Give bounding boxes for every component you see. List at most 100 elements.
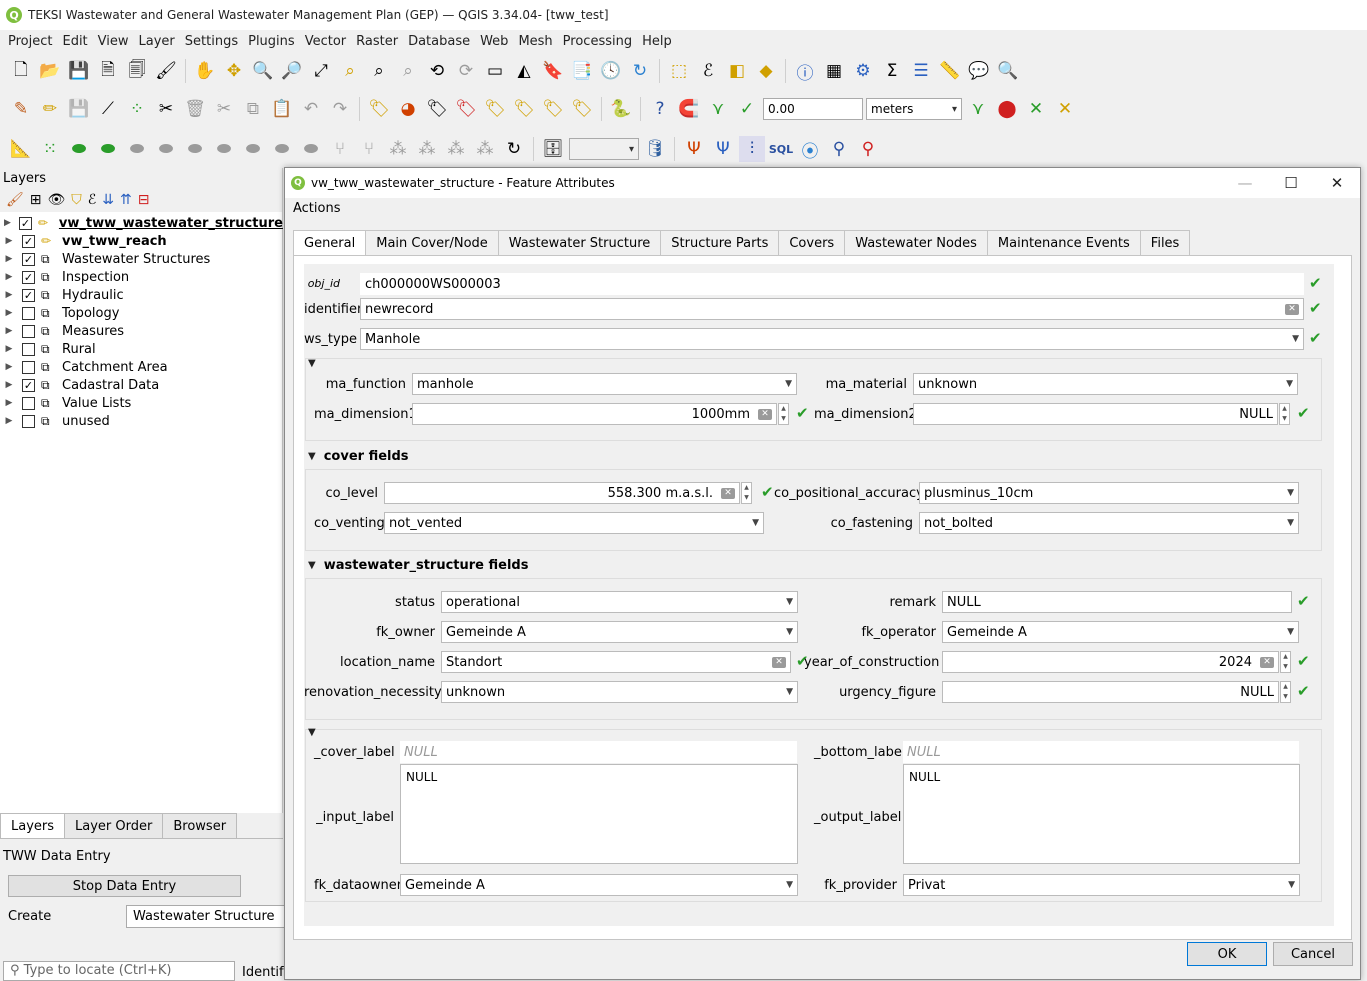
- layer-visibility-checkbox[interactable]: [22, 342, 35, 356]
- layer-visibility-checkbox[interactable]: [22, 414, 35, 428]
- input-label-textarea[interactable]: NULL: [400, 764, 798, 864]
- menu-layer[interactable]: Layer: [134, 34, 180, 49]
- expand-arrow-icon[interactable]: ▶: [4, 344, 14, 354]
- expand-all-icon[interactable]: ⇊: [102, 192, 114, 208]
- move-label-icon[interactable]: 🏷: [482, 96, 508, 122]
- toggle-editing-icon[interactable]: ✏: [37, 96, 63, 122]
- snap-units-dropdown[interactable]: meters: [866, 98, 962, 120]
- tab-general[interactable]: General: [293, 230, 367, 257]
- offset-point-icon[interactable]: ⁂: [472, 136, 498, 162]
- merge-features-icon[interactable]: ⁂: [385, 136, 411, 162]
- ma-material-dropdown[interactable]: unknown ▼: [913, 373, 1298, 395]
- menu-edit[interactable]: Edit: [57, 34, 92, 49]
- output-label-textarea[interactable]: NULL: [903, 764, 1300, 864]
- layer-visibility-checkbox[interactable]: [22, 360, 35, 374]
- delete-part-icon[interactable]: ⬬: [240, 136, 266, 162]
- merge-attributes-icon[interactable]: ⁂: [414, 136, 440, 162]
- locator-input[interactable]: ⚲ Type to locate (Ctrl+K): [3, 961, 235, 981]
- select-by-expression-icon[interactable]: ℰ: [695, 58, 721, 84]
- measure-icon[interactable]: 📏: [937, 58, 963, 84]
- copy-features-icon[interactable]: ⧉: [240, 96, 266, 122]
- layer-visibility-checkbox[interactable]: ✓: [22, 378, 35, 392]
- tww-connect-icon[interactable]: ⦿: [797, 136, 823, 162]
- rotate-symbols-icon[interactable]: ⁂: [443, 136, 469, 162]
- scale-dropdown[interactable]: [569, 138, 639, 160]
- select-by-location-icon[interactable]: ◆: [753, 58, 779, 84]
- new-3d-view-icon[interactable]: ◭: [511, 58, 537, 84]
- highlight-labels-icon[interactable]: 🏷: [453, 96, 479, 122]
- location-name-input[interactable]: Standort ✕: [441, 651, 791, 673]
- save-project-icon[interactable]: 💾: [66, 58, 92, 84]
- reverse-line-icon[interactable]: ↻: [501, 136, 527, 162]
- menu-settings[interactable]: Settings: [180, 34, 243, 49]
- actions-menu[interactable]: Actions: [293, 201, 341, 216]
- layer-visibility-checkbox[interactable]: ✓: [18, 216, 32, 230]
- identifier-input[interactable]: newrecord ✕: [360, 298, 1304, 320]
- expand-arrow-icon[interactable]: ▶: [4, 236, 14, 246]
- expand-arrow-icon[interactable]: ▶: [4, 254, 14, 264]
- paste-features-icon[interactable]: 📋: [269, 96, 295, 122]
- maximize-icon[interactable]: ☐: [1268, 168, 1314, 198]
- tab-files[interactable]: Files: [1139, 230, 1191, 256]
- change-label-icon[interactable]: 🏷: [569, 96, 595, 122]
- new-map-view-icon[interactable]: ▭: [482, 58, 508, 84]
- menu-web[interactable]: Web: [475, 34, 513, 49]
- ma-dimension2-input[interactable]: NULL: [913, 403, 1278, 425]
- ma-function-dropdown[interactable]: manhole ▼: [412, 373, 797, 395]
- remove-layer-icon[interactable]: ⊟: [138, 192, 150, 208]
- zoom-out-icon[interactable]: 🔎: [279, 58, 305, 84]
- layer-row[interactable]: ▶ ✓ ⧉ Hydraulic: [0, 286, 282, 304]
- save-edits-icon[interactable]: 💾: [66, 96, 92, 122]
- close-icon[interactable]: ✕: [1314, 168, 1360, 198]
- add-group-icon[interactable]: ⊞: [30, 192, 42, 208]
- menu-view[interactable]: View: [93, 34, 134, 49]
- digitize-line-icon[interactable]: ⟋: [95, 96, 121, 122]
- status-dropdown[interactable]: operational ▼: [441, 591, 798, 613]
- layer-visibility-checkbox[interactable]: [22, 306, 35, 320]
- collapse-triangle-icon[interactable]: ▼: [308, 358, 316, 369]
- pin-labels-icon[interactable]: 🏷: [424, 96, 450, 122]
- advanced-digitizing-icon[interactable]: 📐: [8, 136, 34, 162]
- layer-visibility-checkbox[interactable]: ✓: [22, 288, 35, 302]
- minimize-icon[interactable]: —: [1222, 168, 1268, 198]
- manage-visibility-icon[interactable]: 👁: [48, 192, 66, 208]
- clear-dimension1-icon[interactable]: ✕: [758, 408, 772, 420]
- remark-input[interactable]: NULL: [942, 591, 1292, 613]
- zoom-in-icon[interactable]: 🔍: [250, 58, 276, 84]
- tab-main-cover-node[interactable]: Main Cover/Node: [365, 230, 499, 256]
- deselect-all-icon[interactable]: ◧: [724, 58, 750, 84]
- modify-attributes-icon[interactable]: ✂: [153, 96, 179, 122]
- panel-tab-layers[interactable]: Layers: [0, 813, 66, 838]
- zoom-next-icon[interactable]: ⟳: [453, 58, 479, 84]
- self-snapping-icon[interactable]: ✕: [1052, 96, 1078, 122]
- rotate-label-icon[interactable]: 🏷: [540, 96, 566, 122]
- fk-owner-dropdown[interactable]: Gemeinde A ▼: [441, 621, 798, 643]
- delete-selected-icon[interactable]: 🗑: [182, 96, 208, 122]
- collapse-triangle-icon[interactable]: ▼: [308, 727, 316, 738]
- vertex-tool-icon[interactable]: ⁘: [124, 96, 150, 122]
- database-icon[interactable]: 🛢: [642, 136, 668, 162]
- label-tool-icon[interactable]: 🏷: [366, 96, 392, 122]
- co-fastening-dropdown[interactable]: not_bolted ▼: [919, 512, 1299, 534]
- diagram-tool-icon[interactable]: ◕: [395, 96, 421, 122]
- map-tips-icon[interactable]: 💬: [966, 58, 992, 84]
- identify-icon[interactable]: ⓘ: [792, 58, 818, 84]
- menu-plugins[interactable]: Plugins: [243, 34, 300, 49]
- reshape-icon[interactable]: ⬬: [269, 136, 295, 162]
- filter-legend-icon[interactable]: ⛉: [71, 192, 82, 208]
- fill-ring-icon[interactable]: ⬬: [182, 136, 208, 162]
- statistics-icon[interactable]: Σ: [879, 58, 905, 84]
- current-edits-icon[interactable]: ✎: [8, 96, 34, 122]
- locator-search-icon[interactable]: 🔍: [995, 58, 1021, 84]
- co-level-input[interactable]: 558.300 m.a.s.l. ✕: [384, 482, 740, 504]
- urgency-spinner[interactable]: ▲ ▼: [1280, 681, 1291, 703]
- panel-tab-browser[interactable]: Browser: [162, 813, 238, 838]
- bottom-label-field[interactable]: NULL: [903, 741, 1299, 763]
- year-spinner[interactable]: ▲ ▼: [1280, 651, 1291, 673]
- tracing-icon[interactable]: ⋎: [965, 96, 991, 122]
- layer-row[interactable]: ▶ ✓ ⧉ Inspection: [0, 268, 282, 286]
- expand-arrow-icon[interactable]: ▶: [4, 398, 14, 408]
- expand-arrow-icon[interactable]: ▶: [4, 290, 14, 300]
- snapping-mode-icon[interactable]: ✓: [734, 96, 760, 122]
- zoom-native-icon[interactable]: ⌕: [395, 58, 421, 84]
